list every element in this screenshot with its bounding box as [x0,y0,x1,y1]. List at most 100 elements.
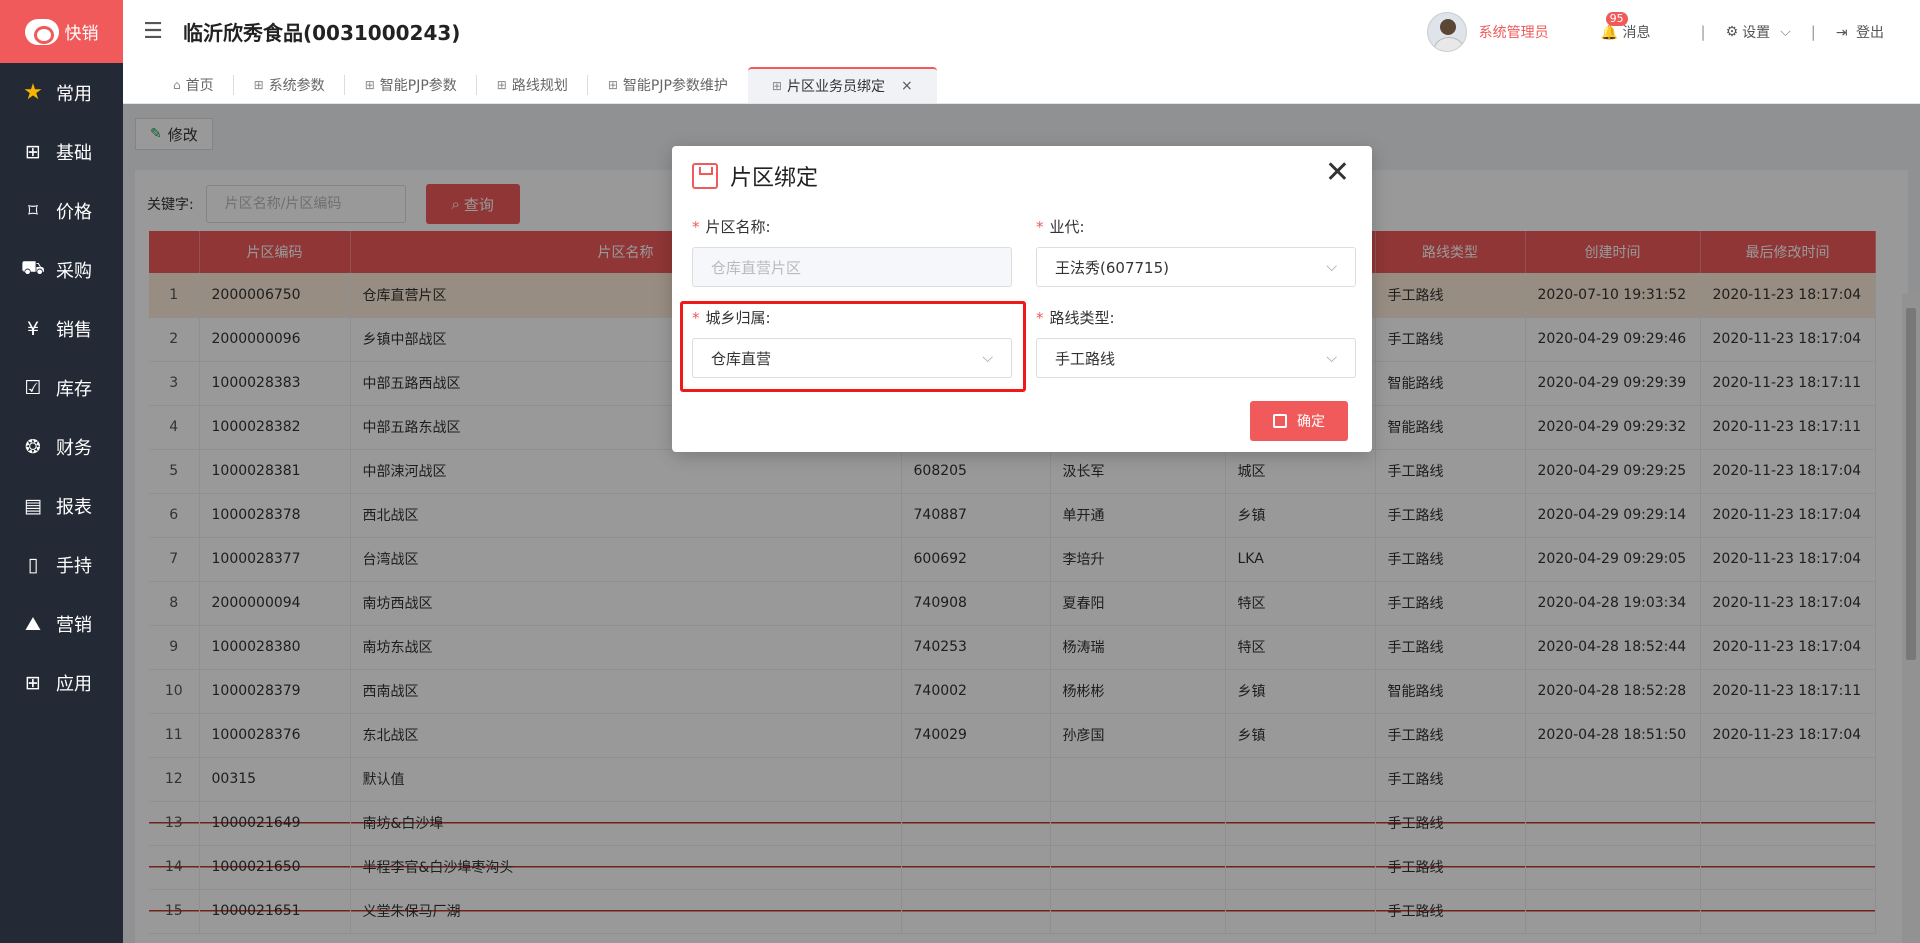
sidebar-item-5[interactable]: ☑ 库存 [0,358,123,417]
tab-label: 路线规划 [511,78,568,94]
sidebar-item-label: 采购 [56,260,92,282]
apps-icon: ⊞ [25,671,41,694]
cloud-logo-icon [24,18,59,45]
highlight-box [680,301,1026,392]
route-type-select[interactable]: 手工路线 ⌵ [1036,338,1356,378]
tab-0[interactable]: ⌂ 首页 [153,67,234,103]
sidebar-item-4[interactable]: ¥ 销售 [0,299,123,358]
sidebar-item-10[interactable]: ⊞ 应用 [0,653,123,712]
district-name-value: 仓库直营片区 [711,258,802,277]
cart-icon: ⛟ [21,257,45,279]
sidebar-item-9[interactable]: ⛰ 营销 [0,594,123,653]
sidebar: 快销 ★ 常用 ⊞ 基础 ⌑ 价格 ⛟ 采购 ¥ 销售 ☑ 库存 ❂ 财务 ▤ 报表 ▯ 手持 ⛰ 营销 ⊞ 应用 [0,0,123,943]
tab-bar: ⌂ 首页 ⊞ 系统参数 ⊞ 智能PJP参数 ⊞ 路线规划 ⊞ 智能PJP参数维护 ⊞ 片区业务员绑定 × [123,63,1920,104]
tab-5[interactable]: ⊞ 片区业务员绑定 × [747,67,937,103]
grid-icon: ⊞ [496,78,507,92]
sidebar-item-label: 常用 [56,83,92,105]
message-count-badge: 95 [1605,11,1628,26]
chevron-down-icon: ⌵ [1326,350,1337,366]
bind-dialog: 片区绑定 ✕ * 片区名称: 仓库直营片区 * 业代: 王法秀(607715) ⌵ *… [672,146,1372,452]
sidebar-item-label: 库存 [56,378,92,400]
sidebar-item-0[interactable]: ★ 常用 [0,63,123,122]
sidebar-item-label: 报表 [56,496,92,518]
sidebar-item-6[interactable]: ❂ 财务 [0,417,123,476]
moneybag-icon: ❂ [25,435,41,458]
menu-toggle-icon[interactable]: ☰ [123,19,183,44]
confirm-button[interactable]: 确定 [1250,401,1348,441]
sidebar-item-label: 应用 [56,673,92,695]
header-right: 系统管理员 🔔 95 消息 | ⚙ 设置 ⌵ | ⇥ 登出 [1426,0,1920,63]
header-separator: | [1700,22,1706,41]
company-title: 临沂欣秀食品(0031000243) [183,21,461,45]
dialog-title: 片区绑定 [692,160,818,192]
sidebar-item-2[interactable]: ⌑ 价格 [0,181,123,240]
gear-icon: ⚙ [1725,23,1739,40]
bell-icon: 🔔 [1600,24,1619,41]
route-type-label: 路线类型: [1049,309,1115,327]
sidebar-item-1[interactable]: ⊞ 基础 [0,122,123,181]
logout-icon: ⇥ [1835,24,1848,41]
route-type-field: * 路线类型: 手工路线 ⌵ [1036,307,1356,378]
star-icon: ★ [23,80,43,105]
header-separator: | [1810,22,1816,41]
marketing-icon: ⛰ [25,612,41,635]
messages-label: 消息 [1622,24,1651,41]
sidebar-item-3[interactable]: ⛟ 采购 [0,240,123,299]
tab-2[interactable]: ⊞ 智能PJP参数 [345,67,477,103]
chevron-down-icon: ⌵ [1780,23,1791,40]
settings-menu[interactable]: ⚙ 设置 ⌵ [1726,22,1791,42]
confirm-label: 确定 [1297,414,1325,430]
save-icon [1273,414,1287,428]
required-mark: * [692,218,700,236]
header: ☰ 临沂欣秀食品(0031000243) 系统管理员 🔔 95 消息 | ⚙ 设… [123,0,1920,63]
grid-icon: ⊞ [771,79,782,93]
settings-label: 设置 [1742,24,1771,41]
messages-link[interactable]: 🔔 95 消息 [1600,11,1651,42]
logout-link[interactable]: ⇥ 登出 [1836,22,1884,42]
agent-field: * 业代: 王法秀(607715) ⌵ [1036,216,1356,287]
tag-icon: ⌑ [28,199,38,222]
grid-icon: ⊞ [607,78,618,92]
logo-text: 快销 [64,24,99,44]
handheld-icon: ▯ [27,553,39,576]
inventory-icon: ☑ [24,376,42,399]
sidebar-item-8[interactable]: ▯ 手持 [0,535,123,594]
app-logo[interactable]: 快销 [0,0,123,63]
yen-icon: ¥ [26,317,40,340]
chevron-down-icon: ⌵ [1326,259,1337,275]
tab-label: 智能PJP参数 [379,78,457,94]
sidebar-item-label: 价格 [56,201,92,223]
grid-icon: ⊞ [364,78,375,92]
sidebar-item-label: 财务 [56,437,92,459]
tab-1[interactable]: ⊞ 系统参数 [234,67,345,103]
agent-select[interactable]: 王法秀(607715) ⌵ [1036,247,1356,287]
district-name-input: 仓库直营片区 [692,247,1012,287]
required-mark: * [1036,309,1044,327]
grid-icon: ⊞ [253,78,264,92]
sidebar-item-label: 基础 [56,142,92,164]
tab-3[interactable]: ⊞ 路线规划 [477,67,588,103]
avatar[interactable] [1426,11,1467,52]
save-icon [692,163,718,189]
sidebar-item-7[interactable]: ▤ 报表 [0,476,123,535]
tab-label: 片区业务员绑定 [786,79,885,95]
required-mark: * [1036,218,1044,236]
tab-4[interactable]: ⊞ 智能PJP参数维护 [588,67,748,103]
report-icon: ▤ [24,494,42,517]
logout-label: 登出 [1856,24,1884,41]
district-name-field: * 片区名称: 仓库直营片区 [692,216,1012,287]
tab-label: 智能PJP参数维护 [622,78,728,94]
sidebar-item-label: 销售 [56,319,92,341]
agent-label: 业代: [1049,218,1085,236]
sidebar-nav: ★ 常用 ⊞ 基础 ⌑ 价格 ⛟ 采购 ¥ 销售 ☑ 库存 ❂ 财务 ▤ 报表 ▯ 手持 ⛰ 营销 ⊞ 应用 [0,63,123,712]
sidebar-item-label: 营销 [56,614,92,636]
grid-icon: ⊞ [25,140,41,163]
route-type-value: 手工路线 [1055,349,1116,368]
user-name-link[interactable]: 系统管理员 [1479,22,1549,42]
tab-close-icon[interactable]: × [901,78,913,94]
home-icon: ⌂ [173,78,181,92]
close-icon[interactable]: ✕ [1325,158,1350,188]
sidebar-item-label: 手持 [56,555,92,577]
agent-value: 王法秀(607715) [1055,258,1169,277]
tab-label: 系统参数 [268,78,325,94]
